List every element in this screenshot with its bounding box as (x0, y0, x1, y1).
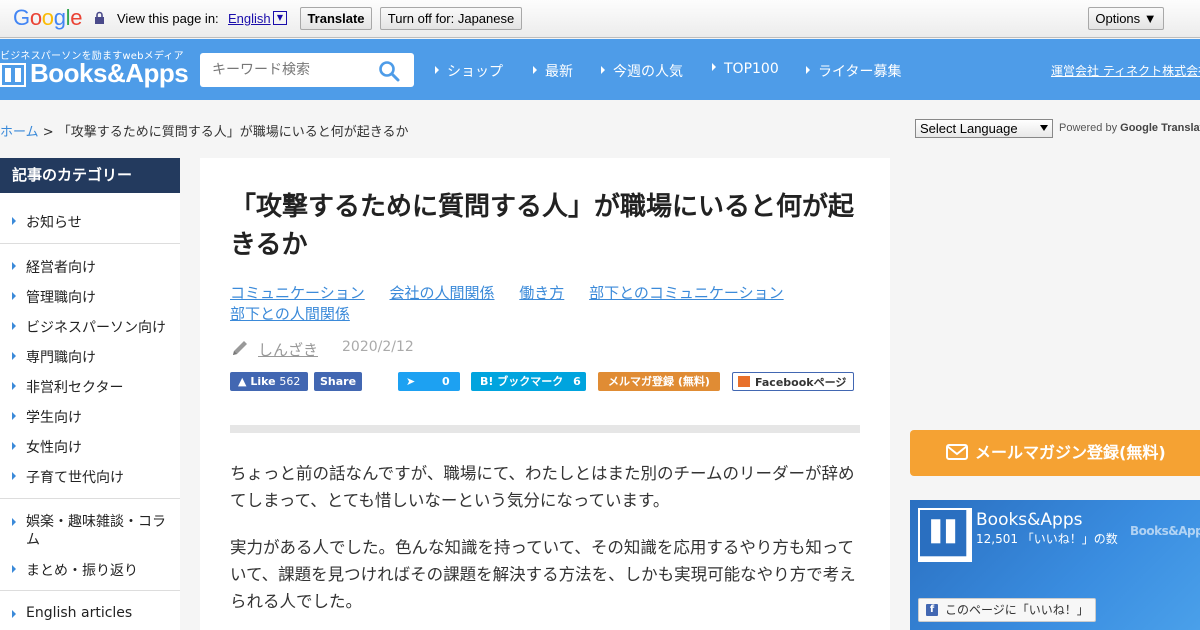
facebook-icon: f (926, 604, 938, 616)
nav-writer-recruit[interactable]: ライター募集 (806, 61, 901, 81)
arrow-icon (806, 66, 810, 74)
language-link[interactable]: English (228, 11, 271, 26)
sidebar-item-business[interactable]: ビジネスパーソン向け (0, 317, 180, 337)
author-link[interactable]: しんざき (258, 339, 318, 360)
flag-icon (738, 376, 750, 387)
facebook-share-button[interactable]: Share (314, 372, 362, 391)
breadcrumb-separator: > (38, 125, 58, 140)
caret-down-icon (1040, 125, 1048, 131)
arrow-icon (12, 412, 16, 420)
arrow-icon (12, 322, 16, 330)
arrow-icon (12, 292, 16, 300)
facebook-page-like-button[interactable]: f このページに「いいね！」 (918, 598, 1096, 622)
facebook-page-widget: Books&Apps 12,501 「いいね！」の数 Books&Apps f … (910, 500, 1200, 630)
search-input[interactable] (212, 59, 372, 81)
arrow-icon (435, 66, 439, 74)
article-tags: コミュニケーション 会社の人間関係 働き方 部下とのコミュニケーション 部下との… (230, 283, 870, 325)
arrow-icon (533, 66, 537, 74)
facebook-page-button[interactable]: Facebookページ (732, 372, 854, 391)
nav-top100[interactable]: TOP100 (712, 61, 779, 77)
article-title: 「攻撃するために質問する人」が職場にいると何が起きるか (230, 192, 855, 260)
article-paragraph: ちょっと前の話なんですが、職場にて、わたしとはまた別のチームのリーダーが辞めてし… (230, 464, 855, 510)
translate-link[interactable]: Translate (1161, 122, 1200, 134)
booksapps-logo-icon[interactable] (918, 508, 972, 562)
arrow-icon (12, 565, 16, 573)
facebook-like-count: 12,501 「いいね！」の数 (976, 532, 1118, 546)
google-wordmark: Google (1120, 122, 1159, 134)
sidebar-item-managers[interactable]: 管理職向け (0, 287, 180, 307)
tag-link[interactable]: 働き方 (519, 284, 564, 302)
nav-latest[interactable]: 最新 (533, 61, 573, 81)
mailmagazine-banner[interactable]: メールマガジン登録(無料) (910, 430, 1200, 476)
arrow-icon (12, 518, 16, 526)
sidebar-item-entertainment[interactable]: 娯楽・趣味雑談・コラム (0, 513, 170, 549)
company-link[interactable]: 運営会社 ティネクト株式会社 (1051, 62, 1200, 79)
nav-weekly-popular[interactable]: 今週の人気 (601, 61, 683, 81)
sidebar-item-professionals[interactable]: 専門職向け (0, 347, 180, 367)
facebook-like-button[interactable]: ▲ Like 562 (230, 372, 308, 391)
pencil-icon (233, 341, 247, 355)
sidebar-item-english[interactable]: English articles (0, 605, 180, 621)
arrow-icon (12, 472, 16, 480)
nav-shop[interactable]: ショップ (435, 61, 503, 81)
publish-date: 2020/2/12 (342, 339, 414, 355)
arrow-icon (12, 217, 16, 225)
tag-link[interactable]: 部下との人間関係 (230, 305, 350, 323)
arrow-icon (12, 442, 16, 450)
breadcrumb-current: 「攻撃するために質問する人」が職場にいると何が起きるか (57, 125, 409, 140)
divider (0, 590, 180, 591)
turn-off-button[interactable]: Turn off for: Japanese (380, 7, 522, 30)
sidebar-item-nonprofit[interactable]: 非営利セクター (0, 377, 180, 397)
article-paragraph: 実力がある人でした。色んな知識を持っていて、その知識を応用するやり方も知っていて… (230, 538, 856, 611)
search-box (200, 53, 414, 87)
mail-icon (946, 444, 968, 460)
language-dropdown-icon[interactable]: ▼ (273, 11, 287, 25)
powered-by-google: Powered by Google Translate (1059, 122, 1200, 134)
sidebar-item-women[interactable]: 女性向け (0, 437, 180, 457)
language-select[interactable]: Select Language (915, 119, 1053, 138)
view-page-label: View this page in: (117, 11, 219, 26)
sidebar-item-students[interactable]: 学生向け (0, 407, 180, 427)
arrow-icon (12, 352, 16, 360)
divider-bar (230, 425, 860, 433)
sidebar-item-parenting[interactable]: 子育て世代向け (0, 467, 180, 487)
search-icon[interactable] (378, 60, 400, 82)
tag-link[interactable]: 会社の人間関係 (389, 284, 494, 302)
article: 「攻撃するために質問する人」が職場にいると何が起きるか コミュニケーション 会社… (200, 158, 890, 630)
logo-mark-icon[interactable] (0, 63, 26, 87)
breadcrumb-home[interactable]: ホーム (0, 125, 39, 140)
arrow-icon (601, 66, 605, 74)
facebook-page-name[interactable]: Books&Apps (976, 510, 1083, 530)
hatena-bookmark-button[interactable]: B! ブックマーク 6 (471, 372, 586, 391)
booksapps-watermark-logo: Books&Apps (1130, 524, 1200, 538)
options-button[interactable]: Options ▼ (1088, 7, 1164, 30)
arrow-icon (712, 63, 716, 71)
sidebar-item-summary[interactable]: まとめ・振り返り (0, 560, 180, 580)
google-logo: Google (13, 5, 83, 30)
divider (0, 498, 180, 499)
mailmagazine-button[interactable]: メルマガ登録 (無料) (598, 372, 720, 391)
translate-bar: Google View this page in: English ▼ Tran… (0, 0, 1200, 38)
twitter-bird-icon: ➤ (406, 375, 416, 388)
site-header: ビジネスパーソンを励ますwebメディア Books&Apps ショップ 最新 今… (0, 39, 1200, 100)
divider (0, 243, 180, 244)
twitter-button[interactable]: ➤ 0 (398, 372, 460, 391)
site-logo[interactable]: Books&Apps (30, 58, 189, 89)
sidebar-item-executives[interactable]: 経営者向け (0, 257, 180, 277)
translate-button[interactable]: Translate (300, 7, 372, 30)
category-sidebar: 記事のカテゴリー お知らせ 経営者向け 管理職向け ビジネスパーソン向け 専門職… (0, 158, 180, 630)
sidebar-heading: 記事のカテゴリー (0, 158, 180, 193)
lock-icon (95, 11, 104, 24)
tag-link[interactable]: コミュニケーション (230, 284, 365, 302)
thumbs-up-icon: ▲ (238, 375, 247, 388)
arrow-icon (12, 610, 16, 618)
tag-link[interactable]: 部下とのコミュニケーション (589, 284, 784, 302)
breadcrumb: ホーム > 「攻撃するために質問する人」が職場にいると何が起きるか (0, 121, 409, 140)
arrow-icon (12, 262, 16, 270)
sidebar-item-news[interactable]: お知らせ (0, 212, 180, 232)
arrow-icon (12, 382, 16, 390)
